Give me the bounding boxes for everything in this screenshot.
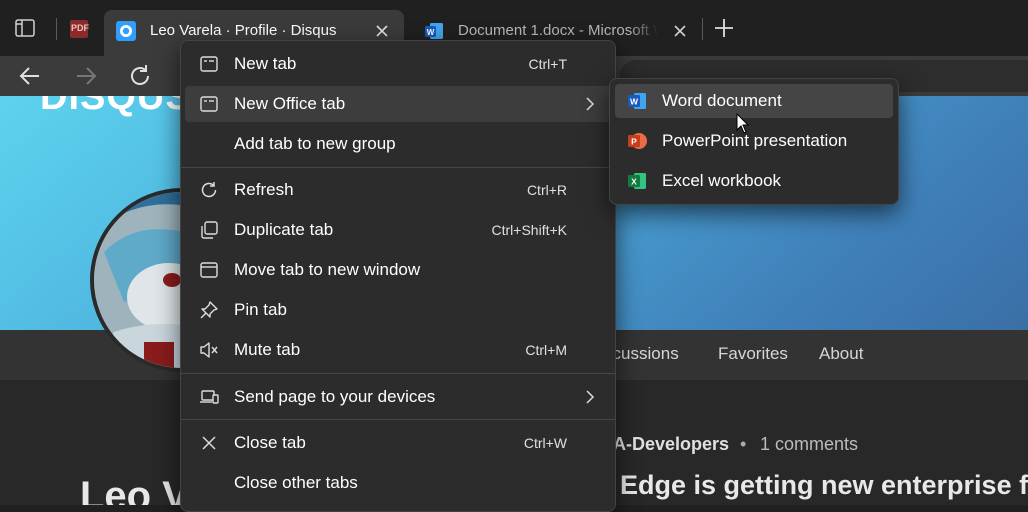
- menu-item-new-tab[interactable]: New tab Ctrl+T: [185, 46, 611, 82]
- tab-separator: [702, 18, 703, 40]
- word-icon: W: [627, 92, 647, 110]
- post-headline[interactable]: Edge is getting new enterprise features: [620, 470, 1028, 501]
- submenu-item-powerpoint[interactable]: P PowerPoint presentation: [615, 124, 893, 158]
- menu-separator: [181, 373, 615, 374]
- menu-item-mute-tab[interactable]: Mute tab Ctrl+M: [185, 332, 611, 368]
- excel-icon: X: [627, 172, 647, 190]
- menu-item-shortcut: Ctrl+M: [525, 342, 567, 358]
- word-favicon-icon: W: [424, 21, 444, 41]
- meta-separator: •: [740, 434, 747, 454]
- menu-item-pin-tab[interactable]: Pin tab: [185, 292, 611, 328]
- menu-item-new-office-tab[interactable]: New Office tab: [185, 86, 611, 122]
- nav-favorites[interactable]: Favorites: [718, 344, 788, 364]
- new-tab-icon: [199, 54, 219, 74]
- menu-item-label: Pin tab: [234, 300, 287, 319]
- svg-text:W: W: [427, 28, 435, 37]
- tab-context-menu: New tab Ctrl+T New Office tab Add tab to…: [180, 40, 616, 512]
- submenu-item-word-document[interactable]: W Word document: [615, 84, 893, 118]
- pdf-tab-label: PDF: [71, 23, 89, 33]
- menu-item-label: New tab: [234, 54, 297, 73]
- menu-separator: [181, 167, 615, 168]
- menu-separator: [181, 419, 615, 420]
- menu-item-add-tab-to-group[interactable]: Add tab to new group: [185, 126, 611, 162]
- menu-item-move-to-new-window[interactable]: Move tab to new window: [185, 252, 611, 288]
- menu-item-shortcut: Ctrl+R: [526, 182, 567, 198]
- tab-title: Leo Varela · Profile · Disqus: [150, 22, 337, 39]
- refresh-icon[interactable]: [124, 60, 156, 92]
- menu-item-shortcut: Ctrl+T: [528, 56, 568, 72]
- tab-separator: [56, 18, 57, 40]
- menu-item-close-other-tabs[interactable]: Close other tabs: [185, 465, 611, 501]
- submenu-item-label: Excel workbook: [662, 171, 782, 190]
- menu-item-label: Add tab to new group: [234, 134, 396, 153]
- tab-actions-icon[interactable]: [14, 18, 36, 38]
- menu-item-label: Move tab to new window: [234, 260, 421, 279]
- mouse-cursor-icon: [736, 112, 750, 135]
- chevron-right-icon: [583, 389, 597, 405]
- submenu-item-label: Word document: [662, 91, 782, 110]
- refresh-icon: [199, 180, 219, 200]
- duplicate-icon: [199, 220, 219, 240]
- powerpoint-icon: P: [627, 132, 647, 150]
- menu-item-duplicate-tab[interactable]: Duplicate tab Ctrl+Shift+K: [185, 212, 611, 248]
- office-tab-icon: [199, 94, 219, 114]
- back-arrow-icon[interactable]: [14, 60, 46, 92]
- menu-item-label: Mute tab: [234, 340, 301, 359]
- menu-item-label: Send page to your devices: [234, 387, 436, 406]
- menu-item-close-tab[interactable]: Close tab Ctrl+W: [185, 425, 611, 461]
- tab-close-icon[interactable]: [670, 21, 690, 41]
- new-tab-plus-icon[interactable]: [712, 16, 736, 40]
- menu-item-send-to-devices[interactable]: Send page to your devices: [185, 379, 611, 415]
- svg-text:X: X: [631, 177, 637, 187]
- office-submenu: W Word document P PowerPoint presentatio…: [609, 78, 899, 205]
- nav-about[interactable]: About: [819, 344, 863, 364]
- disqus-logo[interactable]: DISQUS: [40, 96, 192, 119]
- disqus-favicon-icon: [116, 21, 136, 41]
- devices-icon: [199, 387, 219, 407]
- svg-text:W: W: [630, 97, 639, 107]
- comment-count[interactable]: 1 comments: [760, 434, 858, 455]
- chevron-right-icon: [583, 96, 597, 112]
- forward-arrow-icon[interactable]: [70, 60, 102, 92]
- pin-icon: [199, 300, 219, 320]
- menu-item-label: Refresh: [234, 180, 294, 199]
- menu-item-label: New Office tab: [234, 94, 346, 113]
- tab-title: Document 1.docx - Microsoft Word: [458, 22, 658, 39]
- speaker-mute-icon: [199, 340, 219, 360]
- menu-item-label: Close tab: [234, 433, 306, 452]
- pdf-tab[interactable]: PDF: [68, 19, 90, 39]
- menu-item-shortcut: Ctrl+Shift+K: [491, 222, 567, 238]
- submenu-item-excel-workbook[interactable]: X Excel workbook: [615, 164, 893, 198]
- window-icon: [199, 260, 219, 280]
- close-icon: [199, 433, 219, 453]
- menu-item-shortcut: Ctrl+W: [523, 435, 567, 451]
- tab-close-icon[interactable]: [372, 21, 392, 41]
- menu-item-label: Duplicate tab: [234, 220, 334, 239]
- svg-text:P: P: [631, 137, 637, 147]
- menu-item-label: Close other tabs: [234, 473, 358, 492]
- submenu-item-label: PowerPoint presentation: [662, 131, 848, 150]
- menu-item-refresh[interactable]: Refresh Ctrl+R: [185, 172, 611, 208]
